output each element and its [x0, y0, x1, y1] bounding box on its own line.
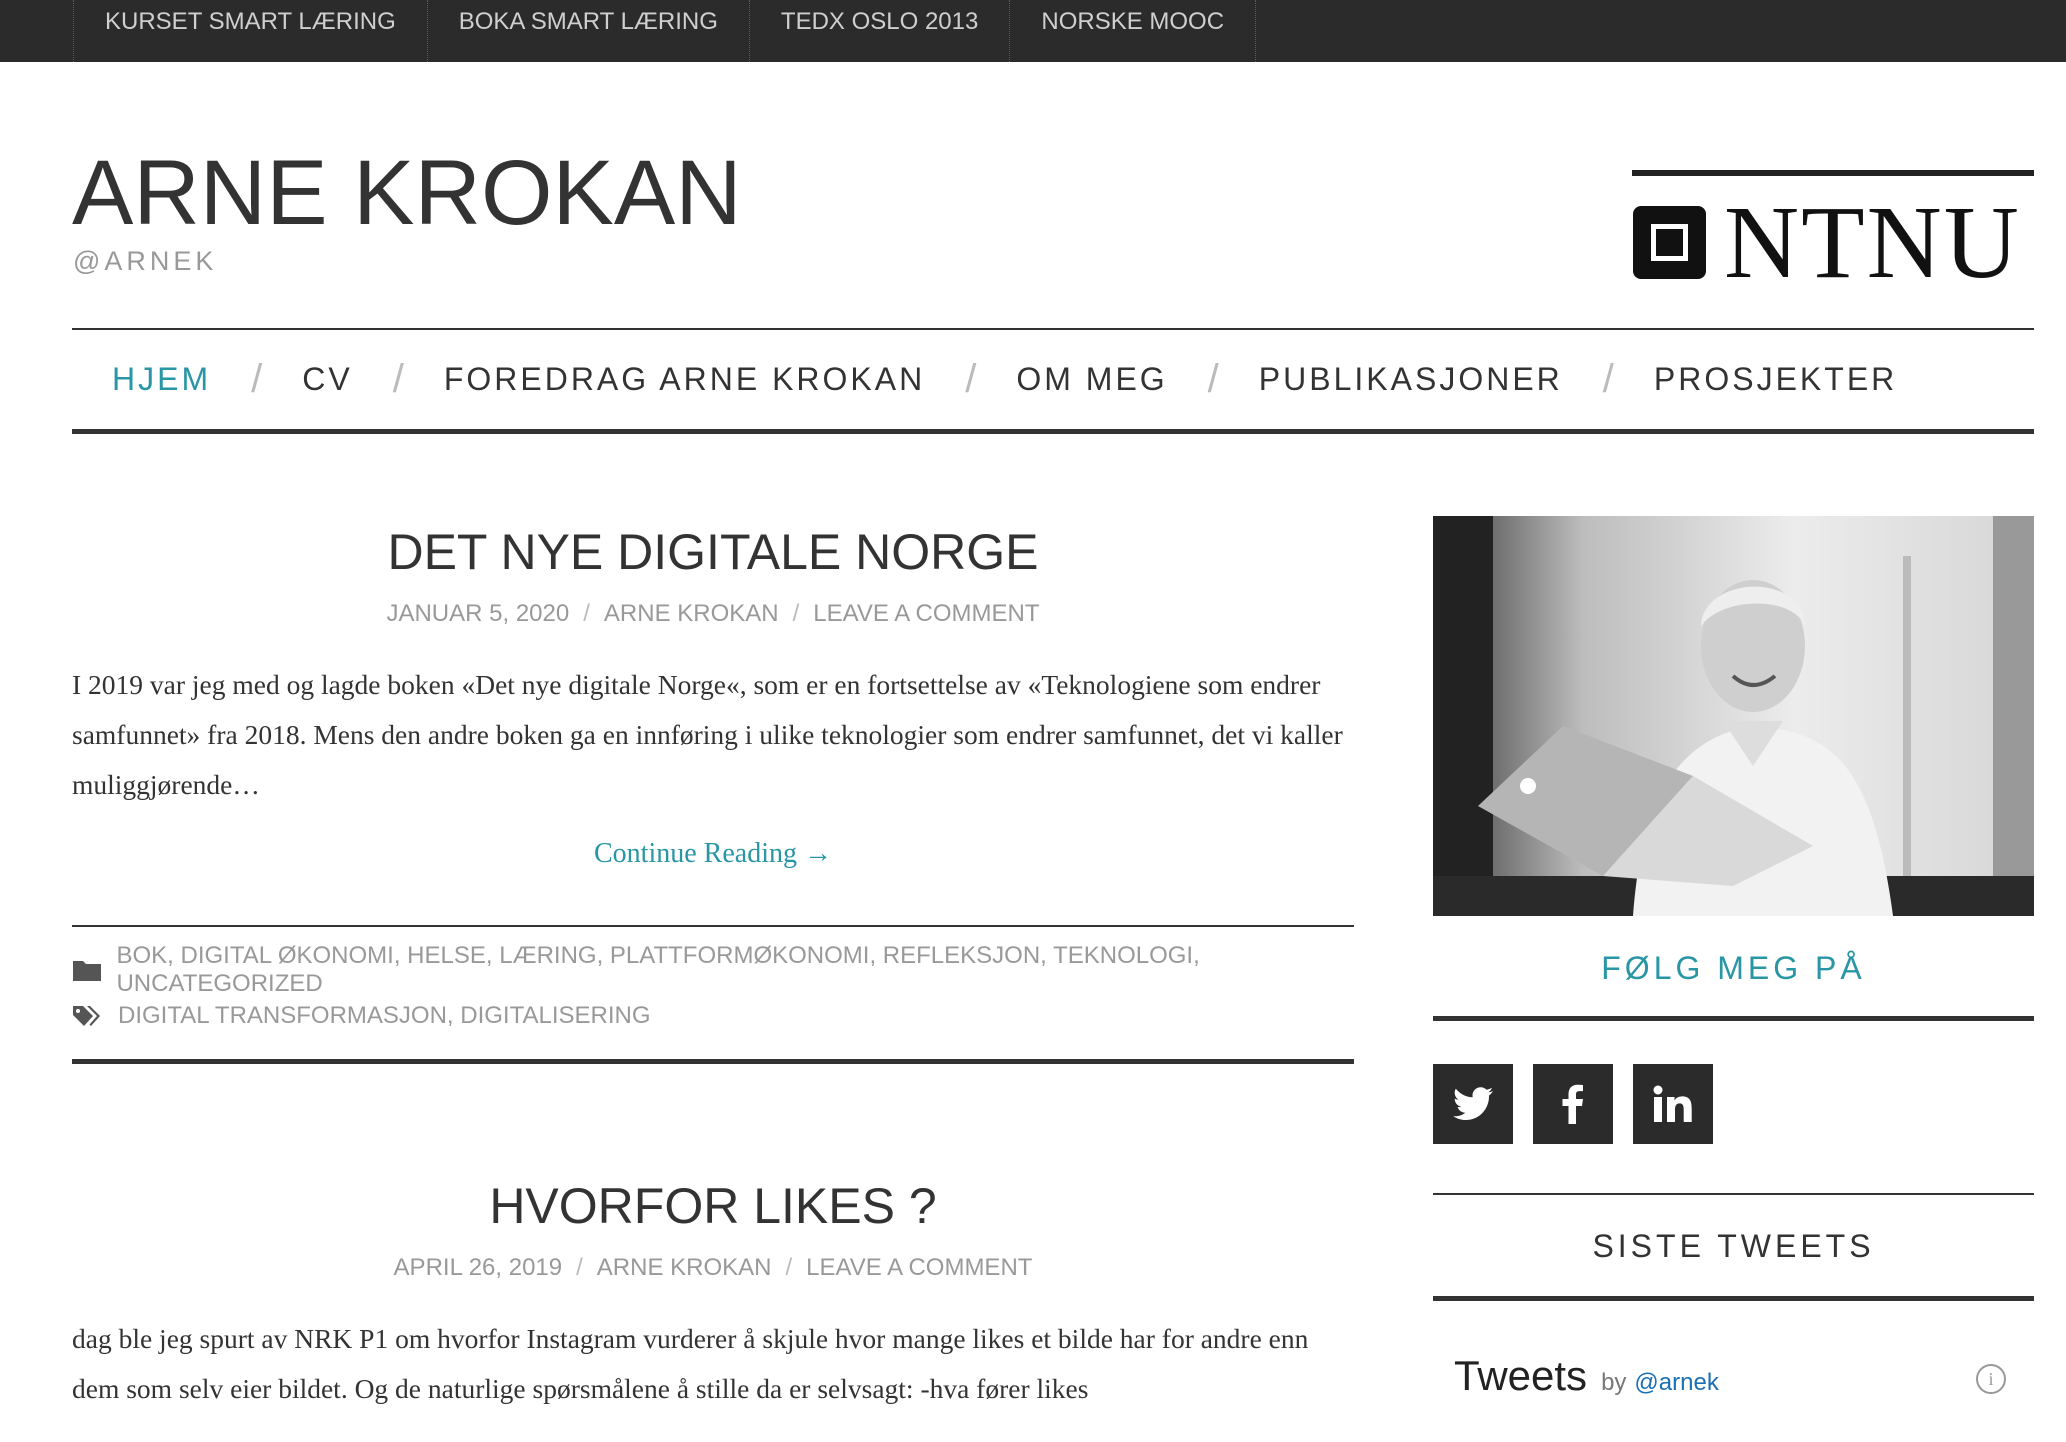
- twitter-icon: [1453, 1087, 1493, 1120]
- nav-separator: /: [1207, 357, 1219, 401]
- post-tags-row: DIGITAL TRANSFORMASJON, DIGITALISERING: [72, 993, 1354, 1039]
- nav-link-publikasjoner[interactable]: PUBLIKASJONER: [1219, 361, 1603, 398]
- post-meta: JANUAR 5, 2020 / ARNE KROKAN / LEAVE A COMME…: [72, 600, 1354, 628]
- nav-separator: /: [251, 357, 263, 401]
- meta-separator: /: [792, 600, 800, 627]
- logo-wordmark: NTNU: [1724, 185, 2021, 300]
- post-title[interactable]: HVORFOR LIKES ?: [72, 1176, 1354, 1236]
- tweets-embed-header: Tweets by @arnek: [1454, 1352, 1719, 1400]
- post-tags[interactable]: DIGITAL TRANSFORMASJON, DIGITALISERING: [118, 1002, 651, 1030]
- tags-icon: [72, 1004, 106, 1028]
- nav-link-om-meg[interactable]: OM MEG: [976, 361, 1207, 398]
- twitter-button[interactable]: [1433, 1064, 1513, 1144]
- post-excerpt: dag ble jeg spurt av NRK P1 om hvorfor I…: [72, 1323, 1309, 1404]
- folder-icon: [72, 958, 104, 982]
- top-menu-link-boka[interactable]: BOKA SMART LÆRING: [459, 0, 718, 44]
- top-menu-link-kurset[interactable]: KURSET SMART LÆRING: [105, 0, 396, 44]
- primary-nav: HJEM / CV / FOREDRAG ARNE KROKAN / OM ME…: [72, 328, 2034, 434]
- nav-separator: /: [965, 357, 977, 401]
- nav-separator: /: [1602, 357, 1614, 401]
- top-bar: KURSET SMART LÆRING BOKA SMART LÆRING TE…: [0, 0, 2066, 62]
- nav-link-cv[interactable]: CV: [262, 361, 392, 398]
- top-menu-link-tedx[interactable]: TEDX OSLO 2013: [781, 0, 978, 44]
- continue-reading-link[interactable]: Continue Reading →: [72, 838, 1354, 870]
- nav-item-cv[interactable]: CV: [262, 361, 392, 398]
- linkedin-button[interactable]: [1633, 1064, 1713, 1144]
- meta-separator: /: [583, 600, 590, 627]
- social-links: [1433, 1064, 1713, 1144]
- logo-bar: [1632, 170, 2034, 176]
- logo-square-icon: [1633, 206, 1706, 279]
- top-menu-link-mooc[interactable]: NORSKE MOOC: [1041, 0, 1224, 44]
- follow-widget-title: FØLG MEG PÅ: [1601, 950, 1866, 986]
- post-author[interactable]: ARNE KROKAN: [597, 1254, 772, 1281]
- facebook-icon: [1562, 1084, 1583, 1124]
- site-tagline: @ARNEK: [73, 246, 218, 276]
- info-icon[interactable]: i: [1976, 1364, 2006, 1394]
- site-title[interactable]: ARNE KROKAN: [72, 138, 742, 248]
- top-menu-item[interactable]: KURSET SMART LÆRING: [73, 0, 427, 62]
- nav-item-publikasjoner[interactable]: PUBLIKASJONER: [1219, 361, 1603, 398]
- widget-divider: [1433, 1016, 2034, 1021]
- post-author[interactable]: ARNE KROKAN: [604, 600, 779, 627]
- nav-link-hjem[interactable]: HJEM: [72, 361, 251, 398]
- post-date[interactable]: APRIL 26, 2019: [394, 1254, 563, 1281]
- author-portrait: [1433, 516, 2034, 916]
- nav-link-prosjekter[interactable]: PROSJEKTER: [1614, 361, 1937, 398]
- nav-link-foredrag[interactable]: FOREDRAG ARNE KROKAN: [404, 361, 965, 398]
- facebook-button[interactable]: [1533, 1064, 1613, 1144]
- post-comment-link[interactable]: LEAVE A COMMENT: [813, 600, 1039, 627]
- top-menu-item[interactable]: TEDX OSLO 2013: [748, 0, 1009, 62]
- top-menu: KURSET SMART LÆRING BOKA SMART LÆRING TE…: [73, 0, 1257, 62]
- ntnu-logo[interactable]: NTNU: [1632, 170, 2034, 298]
- post-article: DET NYE DIGITALE NORGE JANUAR 5, 2020 / AR…: [72, 522, 1354, 1064]
- tweets-widget-title: SISTE TWEETS: [1592, 1228, 1875, 1264]
- post-comment-link[interactable]: LEAVE A COMMENT: [806, 1254, 1032, 1281]
- post-categories-row: BOK, DIGITAL ØKONOMI, HELSE, LÆRING, PLA…: [72, 942, 1354, 997]
- nav-item-foredrag[interactable]: FOREDRAG ARNE KROKAN: [404, 361, 965, 398]
- nav-item-prosjekter[interactable]: PROSJEKTER: [1614, 361, 1937, 398]
- nav-item-hjem[interactable]: HJEM: [72, 361, 251, 398]
- widget-divider: [1433, 1296, 2034, 1301]
- meta-separator: /: [785, 1254, 793, 1281]
- tweets-by: by: [1601, 1369, 1627, 1396]
- post-categories[interactable]: BOK, DIGITAL ØKONOMI, HELSE, LÆRING, PLA…: [116, 942, 1354, 998]
- post-article: HVORFOR LIKES ? APRIL 26, 2019 / ARNE KROK…: [72, 1176, 1354, 1442]
- linkedin-icon: [1653, 1085, 1692, 1122]
- tweets-handle-link[interactable]: @arnek: [1634, 1369, 1718, 1397]
- widget-divider: [1433, 1193, 2034, 1195]
- post-excerpt: I 2019 var jeg med og lagde boken «Det n…: [72, 669, 1343, 800]
- nav-separator: /: [392, 357, 404, 401]
- meta-separator: /: [576, 1254, 583, 1281]
- top-menu-item[interactable]: NORSKE MOOC: [1009, 0, 1257, 62]
- post-meta: APRIL 26, 2019 / ARNE KROKAN / LEAVE A COMME…: [72, 1254, 1354, 1282]
- top-menu-item[interactable]: BOKA SMART LÆRING: [426, 0, 749, 62]
- nav-item-om-meg[interactable]: OM MEG: [976, 361, 1207, 398]
- tweets-label: Tweets: [1454, 1352, 1588, 1399]
- post-footer: BOK, DIGITAL ØKONOMI, HELSE, LÆRING, PLA…: [72, 925, 1354, 1064]
- post-title[interactable]: DET NYE DIGITALE NORGE: [72, 522, 1354, 582]
- post-date[interactable]: JANUAR 5, 2020: [386, 600, 569, 627]
